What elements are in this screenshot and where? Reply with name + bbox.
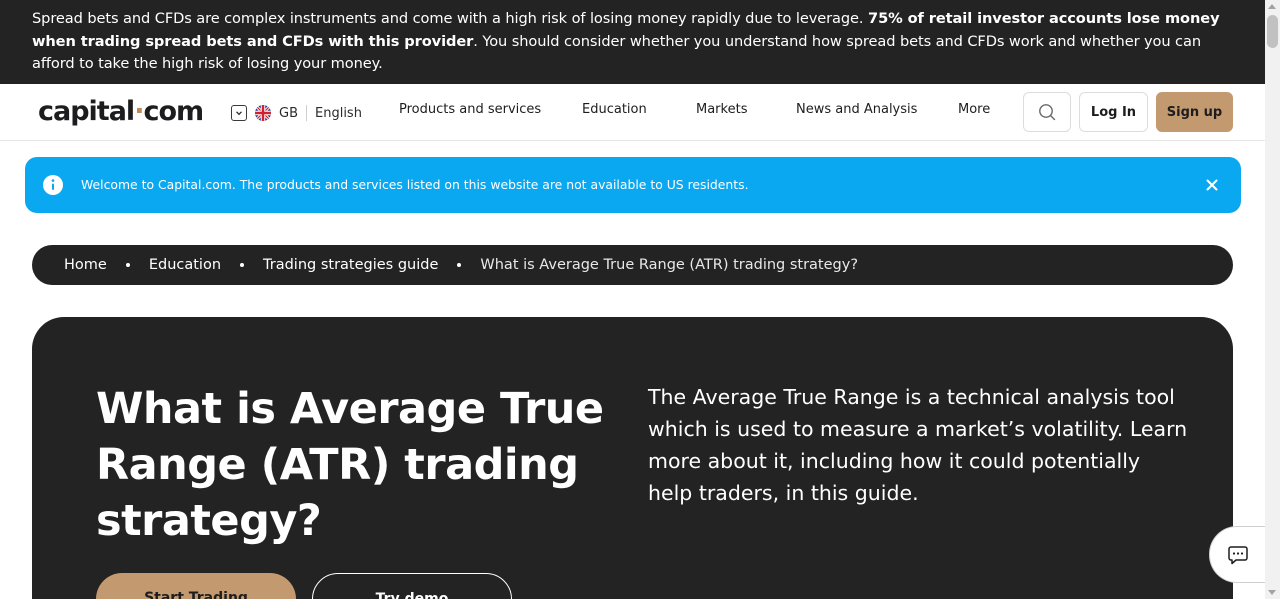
close-icon[interactable] <box>1203 176 1221 194</box>
nav-education[interactable]: Education <box>582 102 696 117</box>
page-title: What is Average True Range (ATR) trading… <box>96 384 604 546</box>
language-divider <box>306 105 307 121</box>
chat-button[interactable] <box>1209 526 1265 583</box>
scroll-up-arrow[interactable] <box>1268 4 1276 9</box>
info-icon <box>43 175 63 195</box>
nav-more[interactable]: More <box>958 102 1008 117</box>
breadcrumb-separator <box>240 263 245 267</box>
breadcrumb-trading-strategies-guide[interactable]: Trading strategies guide <box>263 257 438 273</box>
search-button[interactable] <box>1023 92 1071 132</box>
hero-lead-text: The Average True Range is a technical an… <box>648 385 1188 505</box>
scrollbar-thumb[interactable] <box>1267 15 1278 48</box>
site-header: capital·com GB English Products and serv… <box>0 84 1265 141</box>
chat-icon <box>1227 545 1248 564</box>
risk-warning-banner: Spread bets and CFDs are complex instrum… <box>0 0 1265 84</box>
logo-text-left: capital <box>38 96 135 127</box>
risk-warning-text: Spread bets and CFDs are complex instrum… <box>32 10 869 27</box>
main-nav: Products and services Education Markets … <box>399 102 1008 117</box>
us-residents-notice: Welcome to Capital.com. The products and… <box>25 157 1241 213</box>
region-code: GB <box>279 105 298 121</box>
nav-news-and-analysis[interactable]: News and Analysis <box>796 102 958 117</box>
search-icon <box>1039 104 1056 121</box>
breadcrumb: Home Education Trading strategies guide … <box>32 245 1233 285</box>
notice-message: Welcome to Capital.com. The products and… <box>81 177 749 192</box>
logo-text-right: com <box>143 96 204 127</box>
scroll-down-arrow[interactable] <box>1268 590 1276 595</box>
language-selector[interactable]: GB English <box>231 103 362 123</box>
breadcrumb-separator <box>125 263 130 267</box>
nav-markets[interactable]: Markets <box>696 102 796 117</box>
nav-products-and-services[interactable]: Products and services <box>399 102 582 117</box>
breadcrumb-education[interactable]: Education <box>149 257 221 273</box>
capital-logo[interactable]: capital·com <box>38 96 204 127</box>
try-demo-button[interactable]: Try demo <box>312 573 512 599</box>
breadcrumb-separator <box>457 263 462 267</box>
hero-section: What is Average True Range (ATR) trading… <box>32 317 1233 599</box>
chevron-down-icon[interactable] <box>231 105 247 121</box>
login-button[interactable]: Log In <box>1079 92 1148 132</box>
start-trading-button[interactable]: Start Trading <box>96 573 296 599</box>
breadcrumb-current: What is Average True Range (ATR) trading… <box>480 257 859 273</box>
page-scrollbar[interactable] <box>1265 0 1280 599</box>
uk-flag-icon <box>255 105 271 121</box>
signup-button[interactable]: Sign up <box>1156 92 1233 132</box>
language-label: English <box>315 105 362 121</box>
breadcrumb-home[interactable]: Home <box>64 257 107 273</box>
